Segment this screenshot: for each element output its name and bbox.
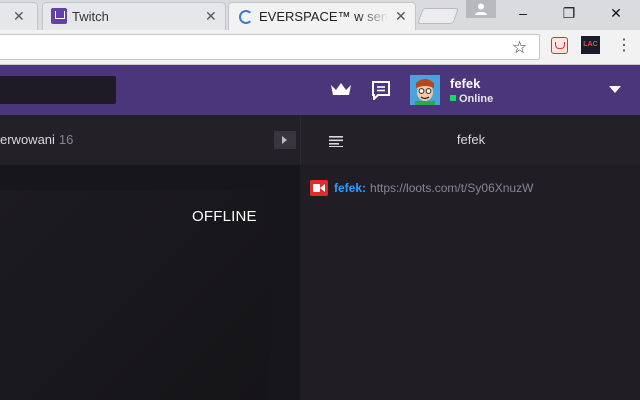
chat-title: fefek [456, 132, 486, 147]
close-window-button[interactable]: ✕ [601, 2, 631, 24]
loading-spinner-icon [239, 10, 253, 24]
video-player[interactable]: OFFLINE [0, 190, 270, 400]
close-tab-icon[interactable]: ✕ [205, 7, 217, 25]
search-input[interactable] [0, 76, 116, 104]
new-tab-button[interactable] [417, 8, 459, 24]
reserved-section[interactable]: erwowani 16 [0, 132, 73, 147]
twitch-top-nav: fefek Online [0, 65, 640, 115]
browser-tab-strip: ✕ Twitch ✕ EVERSPACE™ w serwisie ✕ – ❐ ✕ [0, 0, 640, 30]
close-tab-icon[interactable]: ✕ [13, 7, 25, 25]
whispers-icon[interactable] [371, 80, 391, 100]
chat-message-text[interactable]: https://loots.com/t/Sy06XnuzW [370, 181, 533, 195]
browser-toolbar: ☆ LAC ⋮ [0, 30, 640, 65]
reserved-count: 16 [58, 132, 74, 147]
profile-button[interactable] [466, 0, 496, 18]
crown-icon[interactable] [330, 82, 352, 96]
twitch-icon [51, 8, 67, 24]
browser-tab-0[interactable]: ✕ [0, 2, 38, 30]
chat-header: fefek [300, 115, 640, 165]
status-label: Online [459, 93, 494, 105]
scroll-right-button[interactable] [274, 131, 296, 149]
reserved-label: erwowani [0, 132, 55, 147]
browser-tab-everspace[interactable]: EVERSPACE™ w serwisie ✕ [228, 2, 416, 30]
tab-title: Twitch [72, 9, 109, 24]
status-dot-icon [450, 95, 456, 101]
offline-label: OFFLINE [192, 208, 257, 225]
username[interactable]: fefek [450, 76, 480, 91]
chat-username[interactable]: fefek [334, 181, 362, 195]
person-icon [475, 3, 487, 15]
address-bar[interactable]: ☆ [0, 34, 540, 60]
extension-icon[interactable] [551, 37, 568, 54]
lac-extension-icon[interactable]: LAC [581, 36, 600, 54]
star-icon[interactable]: ☆ [512, 38, 527, 58]
minimize-button[interactable]: – [508, 2, 538, 24]
close-tab-icon[interactable]: ✕ [395, 7, 407, 25]
chat-messages: fefek: https://loots.com/t/Sy06XnuzW [300, 165, 640, 400]
channel-subheader: erwowani 16 [0, 115, 300, 165]
player-area: OFFLINE [0, 165, 300, 400]
restore-button[interactable]: ❐ [554, 2, 584, 24]
chevron-down-icon[interactable] [609, 86, 621, 93]
online-status: Online [450, 93, 493, 105]
avatar[interactable] [410, 75, 440, 105]
kebab-menu-icon[interactable]: ⋮ [616, 36, 632, 56]
browser-tab-twitch[interactable]: Twitch ✕ [42, 2, 226, 30]
chat-message: fefek: https://loots.com/t/Sy06XnuzW [310, 180, 635, 196]
video-badge-icon[interactable] [310, 180, 328, 196]
